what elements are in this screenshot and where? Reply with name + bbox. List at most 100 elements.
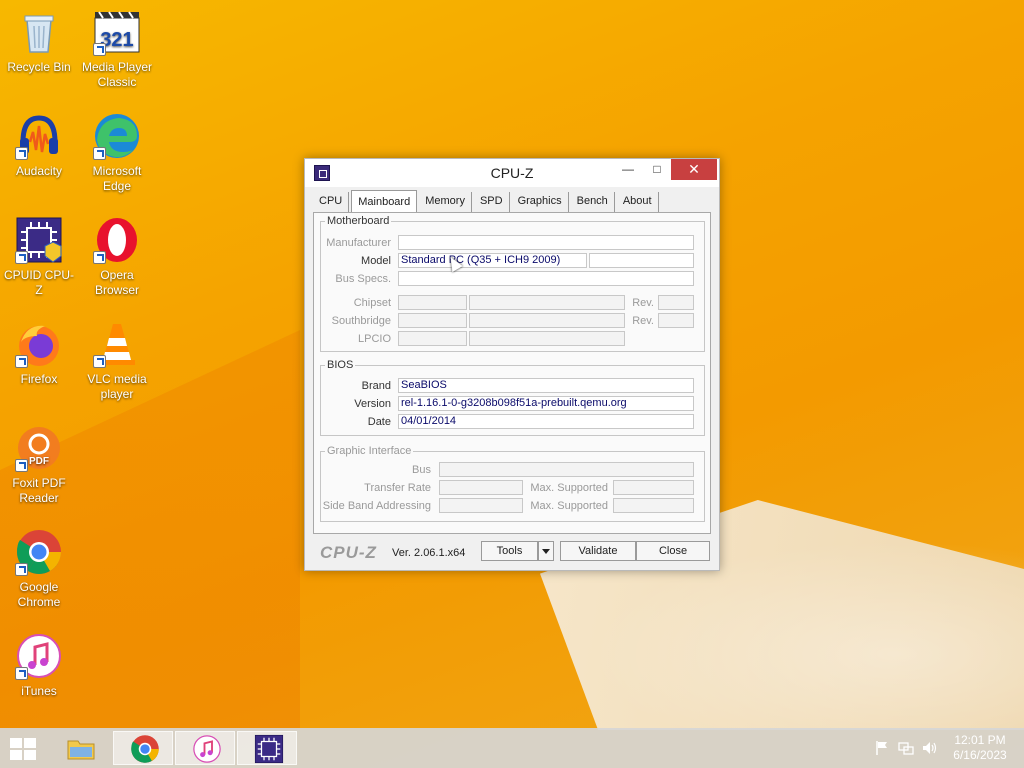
manufacturer-label: Manufacturer	[326, 237, 391, 249]
cpuz-window[interactable]: CPU-Z — □ ✕ CPU Mainboard Memory SPD Gra…	[304, 158, 720, 571]
chipset-rev-label: Rev.	[632, 297, 654, 309]
windows-logo-icon	[10, 738, 22, 748]
gi-side-band-label: Side Band Addressing	[322, 500, 431, 512]
itunes-icon	[193, 735, 221, 763]
taskbar-cpuz[interactable]	[237, 731, 297, 765]
desktop-icon-label: Google Chrome	[17, 580, 61, 609]
shortcut-arrow-icon	[15, 355, 28, 368]
recycle-bin-icon	[15, 8, 63, 56]
chrome-icon	[131, 735, 159, 763]
cpuz-icon	[254, 734, 284, 764]
clock-time: 12:01 PM	[954, 733, 1006, 747]
desktop-icon-media-player-classic[interactable]: 321 Media Player Classic	[79, 8, 155, 90]
version-label: Ver. 2.06.1.x64	[392, 547, 466, 559]
tab-mainboard[interactable]: Mainboard	[351, 190, 418, 212]
folder-icon	[67, 740, 95, 760]
gi-max-supported-field	[613, 480, 694, 495]
vlc-icon	[93, 320, 141, 368]
desktop-icon-label: CPUID CPU-Z	[3, 268, 74, 297]
desktop-icon-audacity[interactable]: Audacity	[1, 112, 77, 179]
svg-text:PDF: PDF	[29, 456, 49, 467]
desktop-icon-label: Audacity	[15, 164, 63, 178]
start-button[interactable]	[10, 738, 38, 760]
windows-logo-icon-part	[24, 738, 36, 748]
close-icon: ✕	[688, 161, 700, 177]
taskbar-chrome[interactable]	[113, 731, 173, 765]
media-player-classic-icon: 321	[93, 8, 141, 56]
chevron-down-icon	[542, 549, 550, 554]
tab-spd[interactable]: SPD	[474, 192, 510, 212]
minimize-button[interactable]: —	[614, 159, 642, 180]
desktop-icon-vlc[interactable]: VLC media player	[79, 320, 155, 402]
desktop-icon-label: Firefox	[20, 372, 58, 386]
tools-button[interactable]: Tools	[481, 541, 538, 561]
desktop-icon-firefox[interactable]: Firefox	[1, 320, 77, 387]
title-bar[interactable]: CPU-Z — □ ✕	[305, 159, 719, 187]
shortcut-arrow-icon	[15, 563, 28, 576]
maximize-icon: □	[653, 162, 661, 176]
desktop-icon-edge[interactable]: Microsoft Edge	[79, 112, 155, 194]
taskbar: 12:01 PM 6/16/2023	[0, 728, 1024, 768]
bios-date-field: 04/01/2014	[398, 414, 694, 429]
gi-bus-label: Bus	[412, 464, 431, 476]
model-label: Model	[361, 255, 391, 267]
desktop-icon-label: Opera Browser	[94, 268, 139, 297]
tab-bench[interactable]: Bench	[571, 192, 615, 212]
bios-legend: BIOS	[327, 359, 354, 371]
lpcio-vendor-field	[398, 331, 467, 346]
windows-logo-icon-part	[24, 750, 36, 760]
gi-transfer-rate-field	[439, 480, 523, 495]
shortcut-arrow-icon	[93, 147, 106, 160]
tab-graphics[interactable]: Graphics	[512, 192, 569, 212]
chipset-rev-field	[658, 295, 694, 310]
bios-version-label: Version	[354, 398, 391, 410]
shortcut-arrow-icon	[93, 355, 106, 368]
gi-bus-field	[439, 462, 694, 477]
lpcio-model-field	[469, 331, 625, 346]
desktop-icon-chrome[interactable]: Google Chrome	[1, 528, 77, 610]
cpuz-logo: CPU-Z	[320, 543, 377, 562]
bios-brand-label: Brand	[361, 380, 391, 392]
chipset-model-field	[469, 295, 625, 310]
maximize-button[interactable]: □	[643, 159, 671, 180]
validate-button[interactable]: Validate	[560, 541, 636, 561]
desktop-icon-label: VLC media player	[87, 372, 147, 401]
volume-icon[interactable]	[921, 740, 937, 756]
close-button[interactable]: Close	[636, 541, 710, 561]
taskbar-file-explorer[interactable]	[50, 731, 110, 765]
graphic-interface-legend: Graphic Interface	[327, 445, 412, 457]
system-clock[interactable]: 12:01 PM 6/16/2023	[944, 733, 1016, 763]
desktop-icon-itunes[interactable]: iTunes	[1, 632, 77, 699]
desktop-icon-cpuz[interactable]: CPUID CPU-Z	[1, 216, 77, 298]
firefox-icon	[15, 320, 63, 368]
desktop-icon-recycle-bin[interactable]: Recycle Bin	[1, 8, 77, 75]
desktop-icon-foxit[interactable]: PDF Foxit PDF Reader	[1, 424, 77, 506]
lpcio-label: LPCIO	[357, 333, 391, 345]
clock-date: 6/16/2023	[953, 748, 1007, 762]
southbridge-rev-field	[658, 313, 694, 328]
tab-bar: CPU Mainboard Memory SPD Graphics Bench …	[313, 190, 661, 212]
shortcut-arrow-icon	[93, 251, 106, 264]
bios-brand-field: SeaBIOS	[398, 378, 694, 393]
tab-about[interactable]: About	[617, 192, 659, 212]
network-icon[interactable]	[898, 740, 914, 756]
tab-memory[interactable]: Memory	[419, 192, 472, 212]
desktop-icon-opera[interactable]: Opera Browser	[79, 216, 155, 298]
chipset-vendor-field	[398, 295, 467, 310]
shortcut-arrow-icon	[15, 459, 28, 472]
bios-version-field: rel-1.16.1-0-g3208b098f51a-prebuilt.qemu…	[398, 396, 694, 411]
windows-logo-icon-part	[10, 750, 22, 760]
desktop-icon-label: Foxit PDF Reader	[12, 476, 66, 505]
action-center-flag-icon[interactable]	[874, 740, 890, 756]
tools-dropdown-button[interactable]	[538, 541, 554, 561]
itunes-icon	[15, 632, 63, 680]
shortcut-arrow-icon	[15, 667, 28, 680]
close-window-button[interactable]: ✕	[671, 159, 717, 180]
tab-cpu[interactable]: CPU	[313, 192, 350, 212]
minimize-icon: —	[622, 162, 634, 176]
mainboard-panel: Motherboard Manufacturer Model Standard …	[313, 212, 711, 534]
southbridge-rev-label: Rev.	[632, 315, 654, 327]
manufacturer-field	[398, 235, 694, 250]
gi-transfer-rate-label: Transfer Rate	[364, 482, 431, 494]
taskbar-itunes[interactable]	[175, 731, 235, 765]
